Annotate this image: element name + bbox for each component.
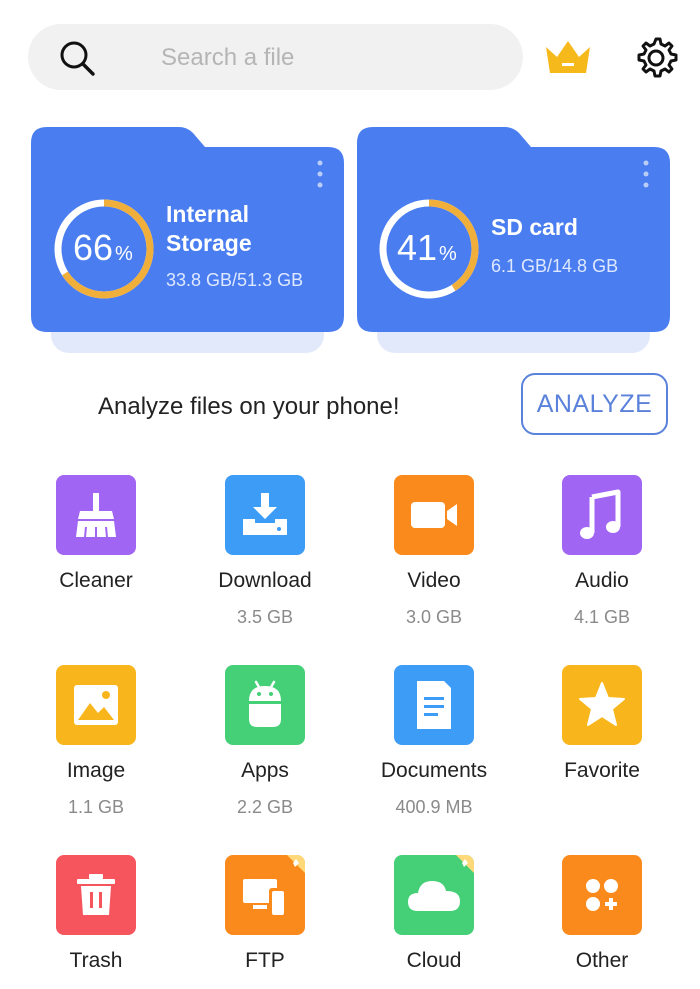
category-label: Apps — [241, 759, 289, 782]
analyze-button[interactable]: ANALYZE — [521, 373, 668, 435]
category-size: 3.0 GB — [405, 607, 463, 627]
search-icon — [60, 41, 95, 76]
category-size: 3.5 GB — [236, 607, 294, 627]
storage-name: Internal Storage — [166, 201, 252, 256]
broom-icon — [56, 475, 136, 555]
search-placeholder: Search a file — [161, 44, 295, 71]
category-label: Cloud — [406, 949, 462, 972]
usage-percent: 66% — [73, 227, 133, 268]
category-size: 2.2 GB — [236, 797, 294, 817]
music-note-icon — [562, 475, 642, 555]
storage-usage: 6.1 GB/14.8 GB — [491, 256, 619, 276]
sd-card-storage-card[interactable]: 41% SD card 6.1 GB/14.8 GB — [357, 127, 670, 353]
crown-icon[interactable] — [543, 37, 593, 77]
category-label: Audio — [575, 569, 629, 592]
category-label: Favorite — [564, 759, 640, 782]
apps-grid-icon — [562, 855, 642, 935]
more-options-icon[interactable] — [316, 159, 324, 189]
category-label: Video — [407, 569, 461, 592]
trash-icon — [56, 855, 136, 935]
category-size: 1.1 GB — [67, 797, 125, 817]
category-label: Cleaner — [59, 569, 133, 592]
category-label: Other — [575, 949, 629, 972]
more-options-icon[interactable] — [642, 159, 650, 189]
usage-percent: 41% — [397, 227, 457, 268]
category-label: FTP — [245, 949, 285, 972]
category-size: 4.1 GB — [573, 607, 631, 627]
category-label: Documents — [380, 759, 488, 782]
category-label: Image — [66, 759, 126, 782]
search-bar[interactable]: Search a file — [28, 24, 523, 90]
download-icon — [225, 475, 305, 555]
image-icon — [56, 665, 136, 745]
storage-usage: 33.8 GB/51.3 GB — [166, 270, 304, 290]
category-size: 400.9 MB — [395, 797, 473, 817]
category-label: Trash — [69, 949, 123, 972]
internal-storage-card[interactable]: 66% Internal Storage 33.8 GB/51.3 GB — [31, 127, 344, 353]
cloud-icon — [394, 855, 474, 935]
analyze-prompt: Analyze files on your phone! — [98, 393, 400, 420]
devices-icon — [225, 855, 305, 935]
video-camera-icon — [394, 475, 474, 555]
document-icon — [394, 665, 474, 745]
storage-name: SD card — [491, 214, 578, 240]
android-icon — [225, 665, 305, 745]
settings-gear-icon[interactable] — [634, 36, 678, 80]
star-icon — [562, 665, 642, 745]
category-label: Download — [218, 569, 312, 592]
